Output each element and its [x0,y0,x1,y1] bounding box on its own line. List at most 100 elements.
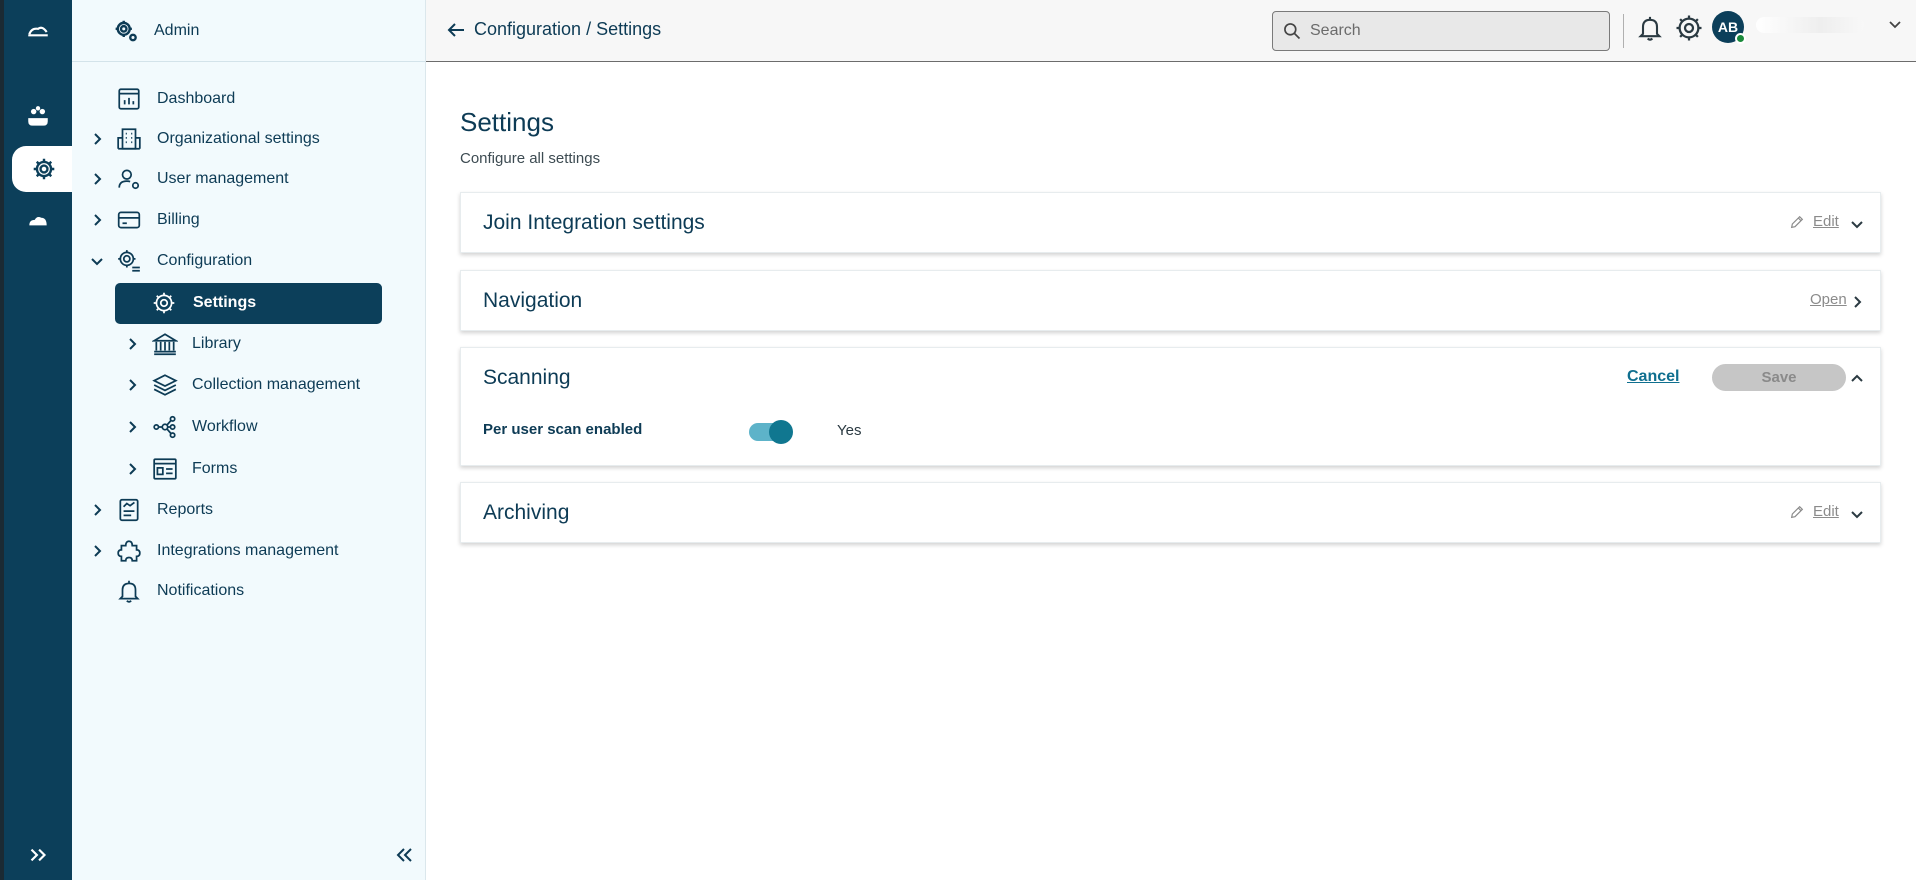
sidebar-item-reports[interactable]: Reports [72,491,426,529]
card-title: Navigation [483,289,583,312]
chevron-right-icon[interactable] [90,503,104,517]
rail-cloud-button[interactable] [4,198,72,244]
bell-icon [1638,16,1662,41]
sidebar-item-user-management[interactable]: User management [72,160,426,198]
chevron-right-icon[interactable] [125,378,139,392]
collapse-chevron[interactable] [1849,371,1865,387]
gear-icon [151,290,177,316]
topbar-divider [1623,14,1624,48]
sidebar-item-label: Collection management [192,376,361,393]
workflow-icon [152,414,178,440]
expand-chevron[interactable] [1849,216,1865,232]
edit-label: Edit [1813,503,1839,520]
chevron-right-icon[interactable] [125,337,139,351]
breadcrumb: Configuration / Settings [474,19,662,39]
chevron-down-icon [1851,511,1863,519]
bell-icon [116,578,142,604]
gear-icon [33,158,55,180]
app-rail [0,0,76,880]
rail-admin-button[interactable] [12,146,76,192]
sidebar-header: Admin [72,0,425,62]
per-user-scan-label: Per user scan enabled [483,421,643,438]
sidebar-item-settings[interactable]: Settings [115,283,382,324]
chevron-down-icon [1889,21,1901,29]
sidebar-item-notifications[interactable]: Notifications [72,572,426,610]
user-name-obscured[interactable] [1756,17,1864,33]
search-box[interactable] [1272,11,1610,51]
sidebar-item-label: Library [192,335,241,352]
rail-expand-button[interactable] [4,832,72,878]
chevron-down-icon [1851,221,1863,229]
sidebar-item-label: Integrations management [157,542,339,559]
sidebar-item-workflow[interactable]: Workflow [72,408,426,446]
report-icon [116,497,142,523]
sidebar-item-label: Billing [157,211,200,228]
cloud-logo-icon [28,26,48,37]
gears-icon [115,20,137,41]
sidebar-item-collection-management[interactable]: Collection management [72,366,426,404]
admin-sidebar: Admin Dashboard Organizational settings [72,0,426,880]
notifications-button[interactable] [1636,14,1664,42]
app-root: Admin Dashboard Organizational settings [0,0,1916,880]
chevron-right-icon[interactable] [90,132,104,146]
credit-card-icon [116,207,142,233]
per-user-scan-value: Yes [837,422,862,439]
open-button[interactable]: Open [1810,291,1847,308]
card-title: Join Integration settings [483,211,705,234]
chevron-right-icon[interactable] [90,544,104,558]
gear-icon [1676,15,1702,41]
main-content: Settings Configure all settings Join Int… [426,62,1916,880]
app-logo[interactable] [4,8,72,54]
edit-button[interactable]: Edit [1789,213,1839,230]
chevron-down-icon[interactable] [90,254,104,268]
back-button[interactable] [444,18,468,42]
sidebar-item-label: Notifications [157,582,245,599]
chevron-right-icon[interactable] [90,172,104,186]
chevron-right-icon[interactable] [125,420,139,434]
user-menu-chevron[interactable] [1888,17,1902,31]
page-subtitle: Configure all settings [460,150,601,167]
sidebar-item-configuration[interactable]: Configuration [72,242,426,280]
sidebar-item-label: Forms [192,460,238,477]
search-input[interactable] [1310,22,1600,40]
settings-card-join-integration: Join Integration settings Edit [460,192,1881,253]
page-title: Settings [460,107,554,137]
chevron-right-icon[interactable] [125,462,139,476]
sidebar-item-billing[interactable]: Billing [72,201,426,239]
card-title: Scanning [483,366,571,389]
edit-button[interactable]: Edit [1789,503,1839,520]
per-user-scan-toggle[interactable] [749,420,793,444]
top-bar: Configuration / Settings AB [426,0,1916,62]
sidebar-item-library[interactable]: Library [72,325,426,363]
settings-button[interactable] [1674,13,1704,43]
search-icon [1284,23,1301,40]
sidebar-header-title: Admin [154,21,200,39]
open-label: Open [1810,291,1847,308]
settings-card-navigation: Navigation Open [460,270,1881,331]
expand-chevron[interactable] [1849,506,1865,522]
edit-label: Edit [1813,213,1839,230]
user-gear-icon [116,166,142,192]
expand-double-chevron-icon [30,848,47,862]
sidebar-item-forms[interactable]: Forms [72,450,426,488]
save-button[interactable]: Save [1712,364,1846,391]
sidebar-item-label: Workflow [192,418,258,435]
settings-card-archiving: Archiving Edit [460,482,1881,543]
sidebar-item-integrations-management[interactable]: Integrations management [72,532,426,570]
layers-icon [152,372,178,398]
sidebar-item-label: Dashboard [157,90,236,107]
rail-people-button[interactable] [4,94,72,140]
online-status-badge [1735,33,1746,44]
cancel-button[interactable]: Cancel [1627,368,1679,386]
chevron-right-icon[interactable] [90,213,104,227]
sidebar-item-organizational-settings[interactable]: Organizational settings [72,120,426,158]
sidebar-item-label: Settings [193,294,257,311]
open-chevron[interactable] [1849,294,1865,310]
users-hands-icon [28,106,48,126]
toggle-knob [769,420,793,444]
collapse-sidebar-button[interactable] [392,843,416,867]
sidebar-item-label: Reports [157,501,214,518]
sidebar-item-label: User management [157,170,289,187]
sidebar-item-dashboard[interactable]: Dashboard [72,80,426,118]
chevron-up-icon [1851,374,1863,382]
